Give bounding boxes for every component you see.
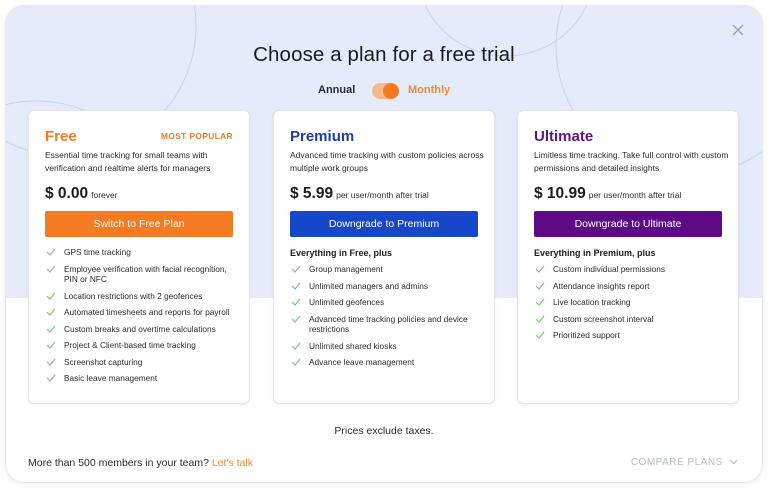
feature-item: Live location tracking bbox=[534, 297, 730, 308]
switch-to-free-button[interactable]: Switch to Free Plan bbox=[45, 211, 233, 237]
downgrade-to-premium-button[interactable]: Downgrade to Premium bbox=[290, 211, 478, 237]
downgrade-to-ultimate-button[interactable]: Downgrade to Ultimate bbox=[534, 211, 722, 237]
page-title: Choose a plan for a free trial bbox=[253, 43, 515, 66]
annual-label[interactable]: Annual bbox=[318, 84, 355, 96]
feature-item: Group management bbox=[290, 264, 486, 275]
check-icon bbox=[46, 308, 56, 316]
plan-name: Free bbox=[45, 128, 77, 145]
feature-item: Unlimited shared kiosks bbox=[290, 341, 486, 352]
plan-card-ultimate: Ultimate Limitless time tracking. Take f… bbox=[517, 110, 739, 404]
feature-item: Advance leave management bbox=[290, 357, 486, 368]
price-suffix: per user/month after trial bbox=[336, 190, 429, 200]
chevron-down-icon bbox=[729, 459, 738, 465]
switch-knob bbox=[383, 83, 399, 99]
plan-description: Limitless time tracking. Take full contr… bbox=[534, 150, 729, 173]
plan-dialog: Choose a plan for a free trial Annual Mo… bbox=[6, 6, 762, 482]
check-icon bbox=[46, 358, 56, 366]
feature-item: Employee verification with facial recogn… bbox=[45, 264, 241, 285]
team-text: More than 500 members in your team? bbox=[28, 457, 209, 469]
feature-item: Prioritized support bbox=[534, 330, 730, 341]
check-icon bbox=[291, 298, 301, 306]
check-icon bbox=[46, 292, 56, 300]
check-icon bbox=[46, 265, 56, 273]
plan-card-free: Free MOST POPULAR Essential time trackin… bbox=[28, 110, 250, 404]
billing-toggle: Annual Monthly bbox=[6, 82, 762, 102]
features-title: Everything in Free, plus bbox=[290, 248, 393, 258]
check-icon bbox=[291, 315, 301, 323]
feature-item: Unlimited managers and admins bbox=[290, 281, 486, 292]
plan-price: $ 10.99 bbox=[534, 185, 586, 202]
plan-name: Premium bbox=[290, 128, 355, 145]
check-icon bbox=[46, 374, 56, 382]
price-row: $ 10.99 per user/month after trial bbox=[534, 185, 681, 203]
feature-item: Location restrictions with 2 geofences bbox=[45, 291, 241, 302]
check-icon bbox=[535, 331, 545, 339]
check-icon bbox=[291, 265, 301, 273]
feature-item: Custom breaks and overtime calculations bbox=[45, 324, 241, 335]
check-icon bbox=[46, 248, 56, 256]
check-icon bbox=[46, 341, 56, 349]
close-icon[interactable] bbox=[730, 22, 746, 38]
price-row: $ 5.99 per user/month after trial bbox=[290, 185, 429, 203]
feature-item: Custom individual permissions bbox=[534, 264, 730, 275]
lets-talk-link[interactable]: Let's talk bbox=[212, 457, 253, 469]
monthly-label[interactable]: Monthly bbox=[408, 84, 450, 96]
compare-plans-label: COMPARE PLANS bbox=[630, 457, 723, 468]
features-title: Everything in Premium, plus bbox=[534, 248, 656, 258]
feature-item: Automated timesheets and reports for pay… bbox=[45, 307, 241, 318]
feature-item: Basic leave management bbox=[45, 373, 241, 384]
price-suffix: per user/month after trial bbox=[588, 190, 682, 200]
feature-item: Advanced time tracking policies and devi… bbox=[290, 314, 486, 335]
plan-card-premium: Premium Advanced time tracking with cust… bbox=[273, 110, 495, 404]
feature-list: Group management Unlimited managers and … bbox=[290, 264, 486, 368]
price-suffix: forever bbox=[91, 190, 118, 200]
check-icon bbox=[535, 298, 545, 306]
check-icon bbox=[535, 265, 545, 273]
feature-item: Project & Client-based time tracking bbox=[45, 340, 241, 351]
plan-description: Advanced time tracking with custom polic… bbox=[290, 150, 484, 173]
feature-list: Custom individual permissions Attendance… bbox=[534, 264, 730, 341]
check-icon bbox=[291, 342, 301, 350]
plan-description: Essential time tracking for small teams … bbox=[45, 150, 211, 173]
team-contact: More than 500 members in your team? Let'… bbox=[28, 457, 253, 469]
feature-item: Custom screenshot interval bbox=[534, 314, 730, 325]
plan-name: Ultimate bbox=[534, 128, 594, 145]
feature-list: GPS time tracking Employee verification … bbox=[45, 247, 241, 384]
check-icon bbox=[291, 282, 301, 290]
check-icon bbox=[46, 325, 56, 333]
check-icon bbox=[535, 282, 545, 290]
price-row: $ 0.00 forever bbox=[45, 185, 118, 203]
feature-item: GPS time tracking bbox=[45, 247, 241, 258]
check-icon bbox=[291, 358, 301, 366]
check-icon bbox=[535, 315, 545, 323]
plan-price: $ 5.99 bbox=[290, 185, 334, 202]
billing-switch[interactable] bbox=[372, 83, 399, 99]
compare-plans-button[interactable]: COMPARE PLANS bbox=[631, 457, 738, 468]
plan-price: $ 0.00 bbox=[45, 185, 89, 202]
price-footnote: Prices exclude taxes. bbox=[334, 425, 434, 437]
feature-item: Screenshot capturing bbox=[45, 357, 241, 368]
feature-item: Unlimited geofences bbox=[290, 297, 486, 308]
feature-item: Attendance insights report bbox=[534, 281, 730, 292]
most-popular-badge: MOST POPULAR bbox=[160, 131, 233, 141]
